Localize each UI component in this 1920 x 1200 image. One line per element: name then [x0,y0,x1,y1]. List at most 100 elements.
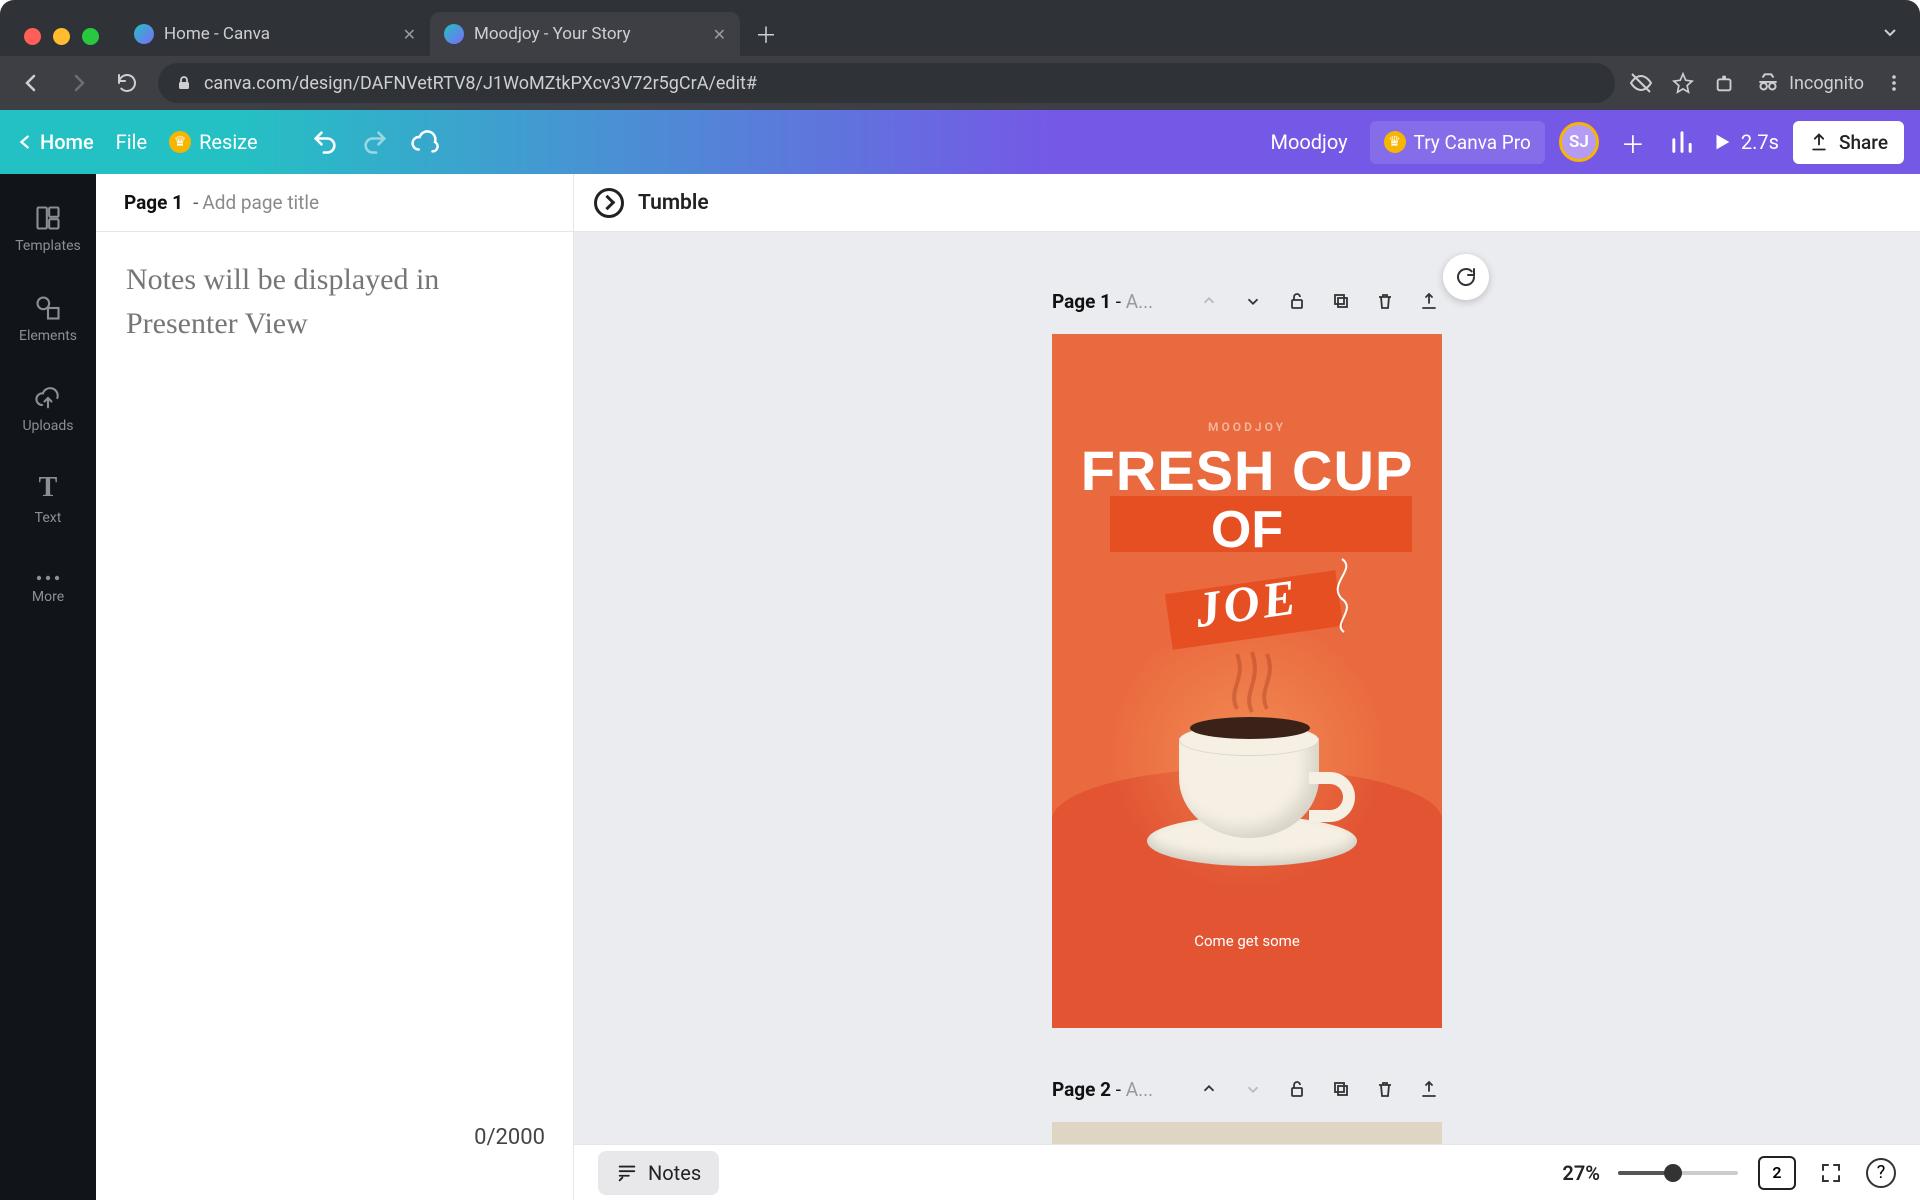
notes-toggle-label: Notes [648,1161,701,1185]
share-button[interactable]: Share [1793,121,1904,164]
incognito-label: Incognito [1789,73,1864,94]
insights-icon[interactable] [1667,127,1697,157]
notes-header[interactable]: Page 1 - Add page title [96,174,573,232]
undo-button[interactable] [310,127,340,157]
tab-title: Moodjoy - Your Story [474,24,703,44]
headline-line1[interactable]: FRESH CUP [1052,438,1442,503]
templates-icon [34,204,62,232]
transition-icon[interactable] [594,188,624,218]
nav-reload-button[interactable] [110,66,144,100]
resize-button[interactable]: Resize [169,130,258,154]
move-down-icon[interactable] [1240,288,1266,314]
document-name[interactable]: Moodjoy [1270,130,1347,154]
duplicate-icon[interactable] [1328,288,1354,314]
notes-toggle-button[interactable]: Notes [598,1151,719,1195]
canvas-area: Tumble Page 1 - A... [574,174,1920,1200]
cloud-sync-icon[interactable] [410,127,440,157]
lock-icon[interactable] [1284,1076,1310,1102]
window-minimize-button[interactable] [53,28,70,45]
tagline-text[interactable]: Come get some [1052,932,1442,950]
resize-label: Resize [199,130,258,154]
tab-title: Home - Canva [164,24,393,44]
move-up-icon[interactable] [1196,288,1222,314]
duplicate-icon[interactable] [1328,1076,1354,1102]
nav-back-button[interactable] [14,66,48,100]
file-menu[interactable]: File [116,130,147,154]
page-count-button[interactable]: 2 [1758,1156,1796,1190]
fullscreen-icon[interactable] [1816,1158,1846,1188]
redo-button[interactable] [360,127,390,157]
transition-name[interactable]: Tumble [638,191,709,215]
browser-tab-home[interactable]: Home - Canva ✕ [120,12,430,56]
address-bar-actions: Incognito [1629,70,1906,96]
bookmark-star-icon[interactable] [1671,71,1695,95]
bottom-bar: Notes 27% 2 ? [574,1144,1920,1200]
zoom-slider[interactable] [1618,1171,1738,1175]
home-label: Home [40,130,94,154]
notes-textarea[interactable]: Notes will be displayed in Presenter Vie… [96,232,573,1200]
new-tab-button[interactable]: ＋ [748,16,784,52]
window-close-button[interactable] [24,28,41,45]
rail-item-elements[interactable]: Elements [0,274,96,364]
extensions-icon[interactable] [1713,71,1737,95]
rail-label: Elements [19,328,77,344]
tab-favicon-icon [444,24,464,44]
more-icon [34,573,62,583]
tab-close-icon[interactable]: ✕ [713,25,726,44]
canvas-scroll[interactable]: Page 1 - A... [574,232,1920,1200]
tab-favicon-icon [134,24,154,44]
page-number: Page 1 [1052,290,1111,313]
rail-item-more[interactable]: More [0,544,96,634]
address-bar: canva.com/design/DAFNVetRTV8/J1WoMZtkPXc… [0,56,1920,110]
page-label[interactable]: Page 2 - A... [1052,1078,1153,1101]
delete-icon[interactable] [1372,1076,1398,1102]
page-label[interactable]: Page 1 - A... [1052,290,1153,313]
rail-item-text[interactable]: T Text [0,454,96,544]
zoom-percent[interactable]: 27% [1562,1161,1600,1185]
home-button[interactable]: Home [16,130,94,154]
menu-dots-icon[interactable] [1882,71,1906,95]
present-button[interactable]: 2.7s [1711,130,1779,154]
page-toolbar: Page 1 - A... [1052,280,1442,322]
header-left: Home File Resize [16,127,440,157]
share-label: Share [1839,131,1888,154]
delete-icon[interactable] [1372,288,1398,314]
export-icon[interactable] [1416,1076,1442,1102]
nav-forward-button[interactable] [62,66,96,100]
add-collaborator-button[interactable]: ＋ [1613,122,1653,162]
rail-item-templates[interactable]: Templates [0,184,96,274]
url-text: canva.com/design/DAFNVetRTV8/J1WoMZtkPXc… [204,73,1597,94]
browser-tabs: Home - Canva ✕ Moodjoy - Your Story ✕ ＋ [120,12,784,56]
page-subtitle: A... [1126,290,1153,313]
page-block-1: Page 1 - A... [1052,280,1442,1028]
window-maximize-button[interactable] [82,28,99,45]
page-toolbar: Page 2 - A... [1052,1068,1442,1110]
try-pro-button[interactable]: Try Canva Pro [1370,121,1545,164]
separator: - [1116,1078,1126,1101]
export-icon[interactable] [1416,288,1442,314]
avatar[interactable]: SJ [1559,122,1599,162]
zoom-slider-thumb[interactable] [1664,1164,1682,1182]
swirl-graphic [1322,554,1362,634]
page-number: Page 2 [1052,1078,1111,1101]
header-right: Moodjoy Try Canva Pro SJ ＋ 2.7s Share [1270,121,1904,164]
notes-char-counter: 0/2000 [474,1125,545,1150]
url-field[interactable]: canva.com/design/DAFNVetRTV8/J1WoMZtkPXc… [158,63,1615,103]
lock-icon[interactable] [1284,288,1310,314]
tabs-dropdown-icon[interactable] [1880,22,1900,42]
move-up-icon[interactable] [1196,1076,1222,1102]
incognito-badge[interactable]: Incognito [1755,70,1864,96]
try-pro-label: Try Canva Pro [1414,131,1531,154]
separator: - [1116,290,1126,313]
move-down-icon[interactable] [1240,1076,1266,1102]
browser-tab-moodjoy[interactable]: Moodjoy - Your Story ✕ [430,12,740,56]
rail-item-uploads[interactable]: Uploads [0,364,96,454]
story-canvas-1[interactable]: MOODJOY FRESH CUP OF JOE Co [1052,334,1442,1028]
tab-close-icon[interactable]: ✕ [403,25,416,44]
eye-off-icon[interactable] [1629,71,1653,95]
help-icon[interactable]: ? [1866,1158,1896,1188]
cup-graphic[interactable] [1157,716,1347,866]
headline-line2[interactable]: OF [1052,500,1442,560]
brand-text[interactable]: MOODJOY [1052,420,1442,434]
steam-graphic [1222,644,1282,714]
